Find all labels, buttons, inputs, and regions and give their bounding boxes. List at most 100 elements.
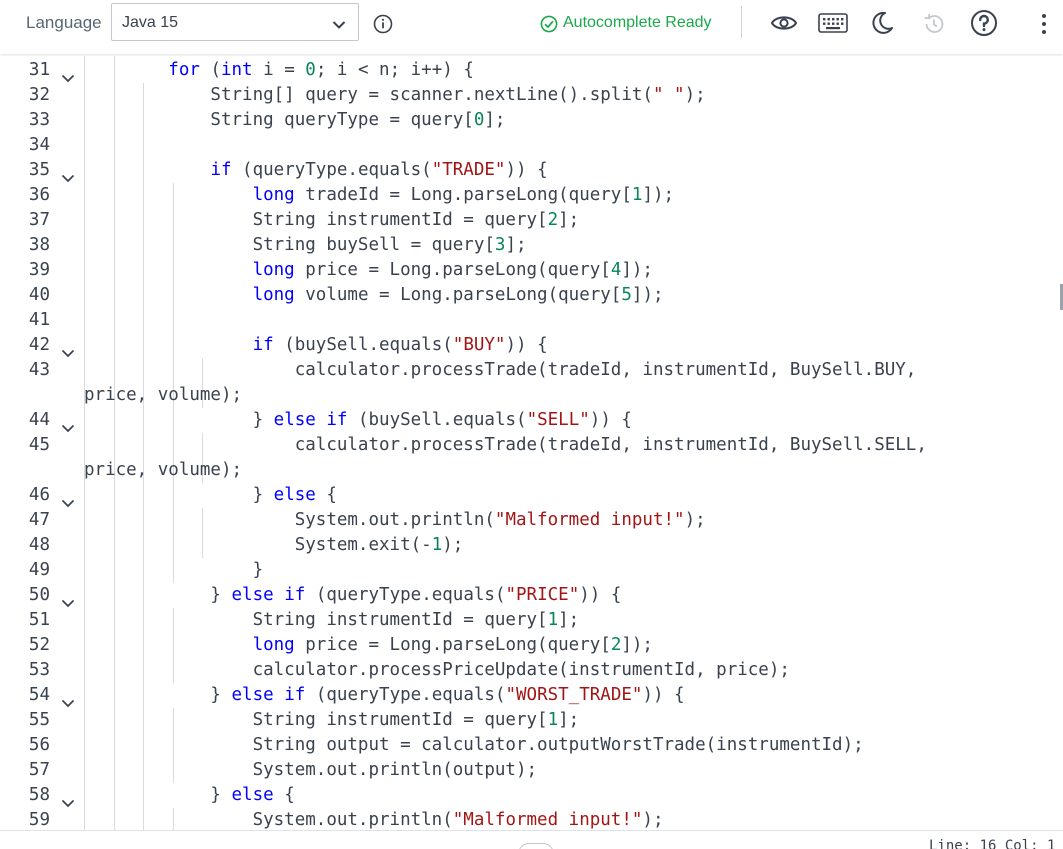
code-text: String instrumentId = query[2]; xyxy=(84,210,580,230)
code-text: System.exit(-1); xyxy=(84,535,464,555)
code-line[interactable]: 58 } else { xyxy=(0,783,1063,808)
line-number: 58 xyxy=(28,785,50,805)
code-text: calculator.processTrade(tradeId, instrum… xyxy=(84,435,927,455)
code-editor[interactable]: 31 for (int i = 0; i < n; i++) {32 Strin… xyxy=(0,56,1063,830)
code-line[interactable]: 47 System.out.println("Malformed input!"… xyxy=(0,508,1063,533)
line-number: 46 xyxy=(28,485,50,505)
code-line[interactable]: 59 System.out.println("Malformed input!"… xyxy=(0,808,1063,830)
code-text: price, volume); xyxy=(84,385,243,405)
more-vertical-icon[interactable] xyxy=(1041,13,1047,40)
code-line[interactable]: 56 String output = calculator.outputWors… xyxy=(0,733,1063,758)
code-text: System.out.println("Malformed input!"); xyxy=(84,810,664,830)
line-number: 38 xyxy=(28,235,50,255)
code-text: } else if (queryType.equals("WORST_TRADE… xyxy=(84,685,685,705)
status-bar: Line: 16 Col: 1 xyxy=(0,830,1063,849)
line-number: 36 xyxy=(28,185,50,205)
line-number: 44 xyxy=(28,410,50,430)
code-line[interactable]: 57 System.out.println(output); xyxy=(0,758,1063,783)
line-number: 52 xyxy=(28,635,50,655)
code-text: if (buySell.equals("BUY")) { xyxy=(252,335,548,355)
code-text: System.out.println(output); xyxy=(84,760,538,780)
code-text: String instrumentId = query[1]; xyxy=(84,710,580,730)
info-icon[interactable] xyxy=(373,14,393,39)
line-number: 59 xyxy=(28,810,50,830)
code-text: for (int i = 0; i < n; i++) { xyxy=(168,60,474,80)
line-number: 53 xyxy=(28,660,50,680)
line-number: 33 xyxy=(28,110,50,130)
code-line[interactable]: 42 if (buySell.equals("BUY")) { xyxy=(0,333,1063,358)
code-line[interactable]: 43 calculator.processTrade(tradeId, inst… xyxy=(0,358,1063,383)
keyboard-icon[interactable] xyxy=(818,13,848,38)
line-number: 37 xyxy=(28,210,50,230)
chevron-down-icon xyxy=(332,17,346,35)
help-icon[interactable] xyxy=(970,9,998,42)
code-line[interactable]: 53 calculator.processPriceUpdate(instrum… xyxy=(0,658,1063,683)
line-number: 47 xyxy=(28,510,50,530)
code-text: } else { xyxy=(84,785,295,805)
code-line[interactable]: 36 long tradeId = Long.parseLong(query[1… xyxy=(0,183,1063,208)
code-text: String[] query = scanner.nextLine().spli… xyxy=(84,85,706,105)
code-line[interactable]: 38 String buySell = query[3]; xyxy=(0,233,1063,258)
code-text: calculator.processTrade(tradeId, instrum… xyxy=(84,360,917,380)
line-number: 45 xyxy=(28,435,50,455)
language-select[interactable]: Java 15 xyxy=(111,3,359,41)
history-icon[interactable] xyxy=(922,12,946,41)
code-line[interactable]: 50 } else if (queryType.equals("PRICE"))… xyxy=(0,583,1063,608)
check-circle-icon xyxy=(540,15,558,38)
code-line[interactable]: 48 System.exit(-1); xyxy=(0,533,1063,558)
code-text: } else if (queryType.equals("PRICE")) { xyxy=(84,585,622,605)
line-number: 40 xyxy=(28,285,50,305)
code-line[interactable]: 34 xyxy=(0,133,1063,158)
eye-icon[interactable] xyxy=(770,12,798,39)
code-line[interactable]: 40 long volume = Long.parseLong(query[5]… xyxy=(0,283,1063,308)
language-label: Language xyxy=(26,13,102,32)
code-text: String queryType = query[0]; xyxy=(84,110,506,130)
code-line[interactable]: 49 } xyxy=(0,558,1063,583)
code-line[interactable]: 31 for (int i = 0; i < n; i++) { xyxy=(0,58,1063,83)
code-line[interactable]: 33 String queryType = query[0]; xyxy=(0,108,1063,133)
line-number: 57 xyxy=(28,760,50,780)
code-text: long volume = Long.parseLong(query[5]); xyxy=(252,285,664,305)
code-line[interactable]: 55 String instrumentId = query[1]; xyxy=(0,708,1063,733)
cursor-position: Line: 16 Col: 1 xyxy=(929,838,1056,849)
line-number: 54 xyxy=(28,685,50,705)
code-line[interactable]: 46 } else { xyxy=(0,483,1063,508)
line-number: 31 xyxy=(28,60,50,80)
code-line[interactable]: 37 String instrumentId = query[2]; xyxy=(0,208,1063,233)
code-text: if (queryType.equals("TRADE")) { xyxy=(210,160,548,180)
language-select-value: Java 15 xyxy=(122,14,179,31)
code-line-wrap[interactable]: price, volume); xyxy=(0,383,1063,408)
line-number: 56 xyxy=(28,735,50,755)
code-line[interactable]: 35 if (queryType.equals("TRADE")) { xyxy=(0,158,1063,183)
code-text: long tradeId = Long.parseLong(query[1]); xyxy=(252,185,675,205)
code-line[interactable]: 51 String instrumentId = query[1]; xyxy=(0,608,1063,633)
code-line[interactable]: 39 long price = Long.parseLong(query[4])… xyxy=(0,258,1063,283)
line-number: 34 xyxy=(28,135,50,155)
line-number: 43 xyxy=(28,360,50,380)
code-line[interactable]: 41 xyxy=(0,308,1063,333)
code-text: long price = Long.parseLong(query[4]); xyxy=(252,260,653,280)
code-line[interactable]: 54 } else if (queryType.equals("WORST_TR… xyxy=(0,683,1063,708)
code-text: calculator.processPriceUpdate(instrument… xyxy=(84,660,790,680)
code-text: String buySell = query[3]; xyxy=(84,235,527,255)
line-number: 50 xyxy=(28,585,50,605)
code-line-wrap[interactable]: price, volume); xyxy=(0,458,1063,483)
line-number: 42 xyxy=(28,335,50,355)
resize-handle[interactable] xyxy=(518,843,554,849)
line-number: 48 xyxy=(28,535,50,555)
line-number: 51 xyxy=(28,610,50,630)
line-number: 39 xyxy=(28,260,50,280)
line-number: 41 xyxy=(28,310,50,330)
moon-icon[interactable] xyxy=(872,11,894,40)
line-number: 49 xyxy=(28,560,50,580)
code-line[interactable]: 52 long price = Long.parseLong(query[2])… xyxy=(0,633,1063,658)
editor-toolbar: Language Java 15 Autocomplete Ready xyxy=(0,0,1063,54)
code-text: price, volume); xyxy=(84,460,243,480)
code-line[interactable]: 45 calculator.processTrade(tradeId, inst… xyxy=(0,433,1063,458)
line-number: 55 xyxy=(28,710,50,730)
code-text: System.out.println("Malformed input!"); xyxy=(84,510,706,530)
line-number: 32 xyxy=(28,85,50,105)
code-line[interactable]: 32 String[] query = scanner.nextLine().s… xyxy=(0,83,1063,108)
code-text: String output = calculator.outputWorstTr… xyxy=(84,735,864,755)
code-line[interactable]: 44 } else if (buySell.equals("SELL")) { xyxy=(0,408,1063,433)
